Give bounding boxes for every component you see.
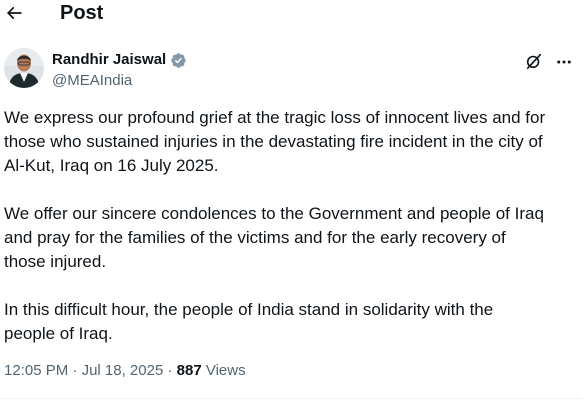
divider	[0, 398, 583, 399]
meta-separator: ·	[163, 362, 177, 379]
grok-button[interactable]	[523, 50, 545, 72]
author-display-name[interactable]: Randhir Jaiswal	[52, 50, 166, 70]
page-title: Post	[60, 2, 104, 24]
author-handle[interactable]: @MEAIndia	[52, 71, 187, 91]
arrow-left-icon	[6, 6, 22, 20]
avatar[interactable]	[4, 48, 44, 88]
views-label: Views	[201, 362, 246, 379]
author-name-row: Randhir Jaiswal	[52, 50, 187, 70]
more-options-button[interactable]	[555, 52, 575, 72]
post-date[interactable]: Jul 18, 2025	[82, 362, 164, 379]
post-paragraph-3: In this difficult hour, the people of In…	[4, 300, 494, 343]
verified-badge-icon[interactable]	[170, 52, 187, 69]
avatar-image	[4, 48, 44, 88]
post-meta: 12:05 PM · Jul 18, 2025 · 887 Views	[4, 361, 246, 381]
back-button[interactable]	[2, 0, 26, 26]
views-count: 887	[176, 362, 202, 379]
meta-separator: ·	[68, 362, 82, 379]
post-time[interactable]: 12:05 PM	[4, 362, 68, 379]
more-icon	[557, 60, 571, 64]
author-info: Randhir Jaiswal @MEAIndia	[52, 50, 187, 91]
post-paragraph-1: We express our profound grief at the tra…	[4, 108, 546, 175]
grok-icon	[526, 53, 542, 70]
post-paragraph-2: We offer our sincere condolences to the …	[4, 204, 544, 271]
post-text: We express our profound grief at the tra…	[4, 106, 579, 370]
post-page: Post Randhir Jaiswal @MEAIndia We expres…	[0, 0, 583, 412]
page-header: Post	[0, 0, 583, 28]
